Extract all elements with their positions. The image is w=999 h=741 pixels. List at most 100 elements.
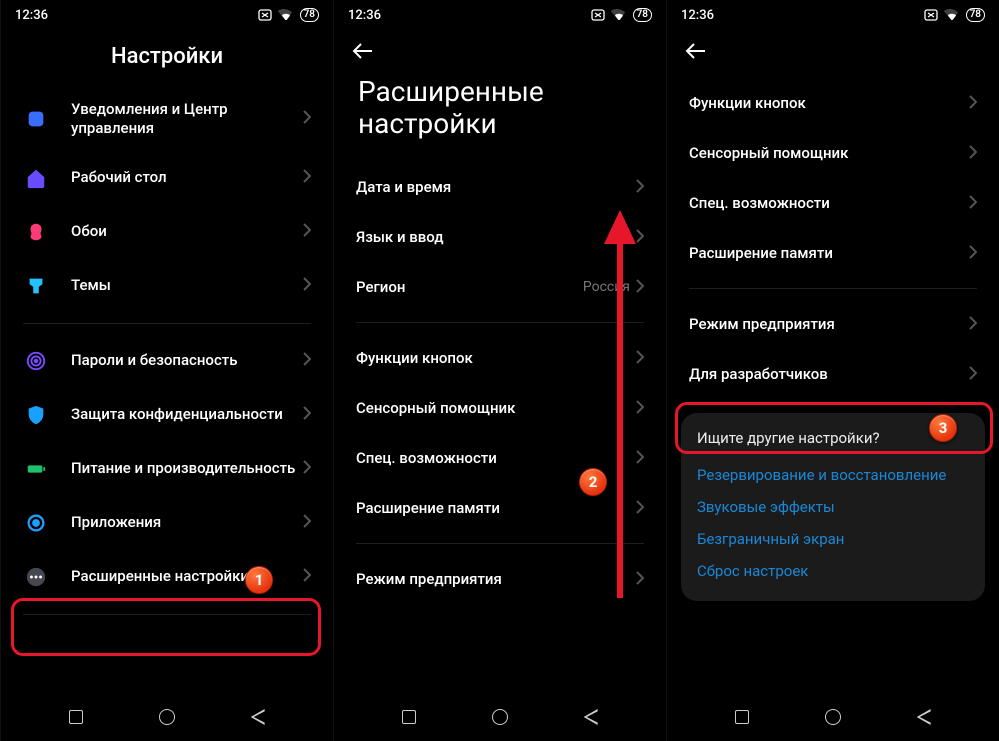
item-themes[interactable]: Темы	[1, 259, 333, 313]
navigation-bar	[334, 693, 666, 741]
item-button-functions[interactable]: Функции кнопок	[334, 333, 666, 383]
battery-icon: 78	[966, 8, 985, 22]
item-label: Режим предприятия	[689, 315, 969, 334]
group-b: Функции кнопок Сенсорный помощник Спец. …	[334, 333, 666, 533]
chevron-right-icon	[303, 513, 311, 532]
apps-icon	[23, 510, 49, 536]
wifi-icon	[944, 9, 960, 21]
item-label: Уведомления и Центр управления	[71, 100, 303, 138]
chevron-right-icon	[636, 278, 644, 297]
chevron-right-icon	[969, 94, 977, 113]
item-quick-ball[interactable]: Сенсорный помощник	[667, 128, 999, 178]
nav-recents-button[interactable]	[396, 704, 422, 730]
item-label: Расширение памяти	[689, 244, 969, 263]
item-label: Режим предприятия	[356, 570, 636, 589]
battery-perf-icon	[23, 456, 49, 482]
nav-home-button[interactable]	[487, 704, 513, 730]
item-label: Сенсорный помощник	[356, 399, 636, 418]
group-a: Дата и время Язык и ввод Регион Россия	[334, 162, 666, 312]
item-apps[interactable]: Приложения	[1, 496, 333, 550]
back-row	[667, 30, 999, 68]
settings-list-group-2: Пароли и безопасность Защита конфиденциа…	[1, 334, 333, 604]
item-battery[interactable]: Питание и производительность	[1, 442, 333, 496]
more-icon	[23, 564, 49, 590]
divider	[23, 614, 311, 615]
chevron-right-icon	[636, 449, 644, 468]
group-b: Режим предприятия Для разработчиков	[667, 299, 999, 399]
additional-settings-scrolled: Функции кнопок Сенсорный помощник Спец. …	[667, 30, 999, 693]
chevron-right-icon	[303, 222, 311, 241]
group-c: Режим предприятия	[334, 554, 666, 604]
nav-back-button[interactable]	[578, 704, 604, 730]
item-region[interactable]: Регион Россия	[334, 262, 666, 312]
chevron-right-icon	[636, 399, 644, 418]
additional-settings-content: Расширенные настройки Дата и время Язык …	[334, 30, 666, 693]
item-date-time[interactable]: Дата и время	[334, 162, 666, 212]
chevron-right-icon	[303, 168, 311, 187]
status-bar: 12:36 78	[667, 0, 999, 30]
item-label: Обои	[71, 222, 303, 241]
item-passwords-security[interactable]: Пароли и безопасность	[1, 334, 333, 388]
back-button[interactable]	[352, 42, 372, 62]
battery-icon: 78	[300, 8, 319, 22]
chevron-right-icon	[969, 194, 977, 213]
item-notifications[interactable]: Уведомления и Центр управления	[1, 87, 333, 151]
back-button[interactable]	[685, 42, 705, 62]
item-enterprise-mode[interactable]: Режим предприятия	[667, 299, 999, 349]
divider	[23, 323, 311, 324]
chevron-right-icon	[636, 228, 644, 247]
nav-home-button[interactable]	[154, 704, 180, 730]
battery-icon: 78	[633, 8, 652, 22]
do-not-disturb-icon	[924, 9, 938, 21]
chevron-right-icon	[303, 351, 311, 370]
status-bar: 12:36 78	[1, 0, 333, 30]
item-label: Темы	[71, 276, 303, 295]
chevron-right-icon	[969, 365, 977, 384]
item-developer-options[interactable]: Для разработчиков	[667, 349, 999, 399]
status-time: 12:36	[681, 8, 714, 23]
page-title: Расширенные настройки	[334, 68, 666, 162]
nav-recents-button[interactable]	[63, 704, 89, 730]
nav-recents-button[interactable]	[729, 704, 755, 730]
item-label: Дата и время	[356, 178, 636, 197]
nav-back-button[interactable]	[911, 704, 937, 730]
item-quick-ball[interactable]: Сенсорный помощник	[334, 383, 666, 433]
item-label: Питание и производительность	[71, 459, 303, 478]
item-memory-extension[interactable]: Расширение памяти	[667, 228, 999, 278]
chevron-right-icon	[636, 178, 644, 197]
phone-screen-3: 12:36 78 Функции кнопок Сенсорный помощн…	[666, 0, 999, 741]
do-not-disturb-icon	[258, 9, 272, 21]
phone-screen-2: 12:36 78 Расширенные настройки Дата и вр…	[333, 0, 666, 741]
item-accessibility[interactable]: Спец. возможности	[667, 178, 999, 228]
settings-content: Настройки Уведомления и Центр управления…	[1, 30, 333, 693]
settings-list-group-1: Уведомления и Центр управления Рабочий с…	[1, 87, 333, 313]
item-privacy[interactable]: Защита конфиденциальности	[1, 388, 333, 442]
item-memory-extension[interactable]: Расширение памяти	[334, 483, 666, 533]
item-label: Расширение памяти	[356, 499, 636, 518]
item-wallpaper[interactable]: Обои	[1, 205, 333, 259]
nav-home-button[interactable]	[820, 704, 846, 730]
item-enterprise-mode[interactable]: Режим предприятия	[334, 554, 666, 604]
item-label: Спец. возможности	[689, 194, 969, 213]
chevron-right-icon	[303, 405, 311, 424]
wifi-icon	[611, 9, 627, 21]
item-label: Регион	[356, 278, 583, 297]
link-fullscreen[interactable]: Безграничный экран	[697, 523, 969, 555]
divider	[689, 288, 977, 289]
item-home-screen[interactable]: Рабочий стол	[1, 151, 333, 205]
notifications-icon	[23, 106, 49, 132]
status-icons: 78	[258, 8, 319, 22]
link-backup-restore[interactable]: Резервирование и восстановление	[697, 459, 969, 491]
item-label: Пароли и безопасность	[71, 351, 303, 370]
item-label: Функции кнопок	[689, 94, 969, 113]
item-language-input[interactable]: Язык и ввод	[334, 212, 666, 262]
item-accessibility[interactable]: Спец. возможности	[334, 433, 666, 483]
link-factory-reset[interactable]: Сброс настроек	[697, 555, 969, 587]
card-title: Ищите другие настройки?	[697, 429, 969, 447]
item-label: Рабочий стол	[71, 168, 303, 187]
themes-icon	[23, 273, 49, 299]
link-sound-effects[interactable]: Звуковые эффекты	[697, 491, 969, 523]
item-button-functions[interactable]: Функции кнопок	[667, 78, 999, 128]
item-additional-settings[interactable]: Расширенные настройки	[1, 550, 333, 604]
nav-back-button[interactable]	[245, 704, 271, 730]
